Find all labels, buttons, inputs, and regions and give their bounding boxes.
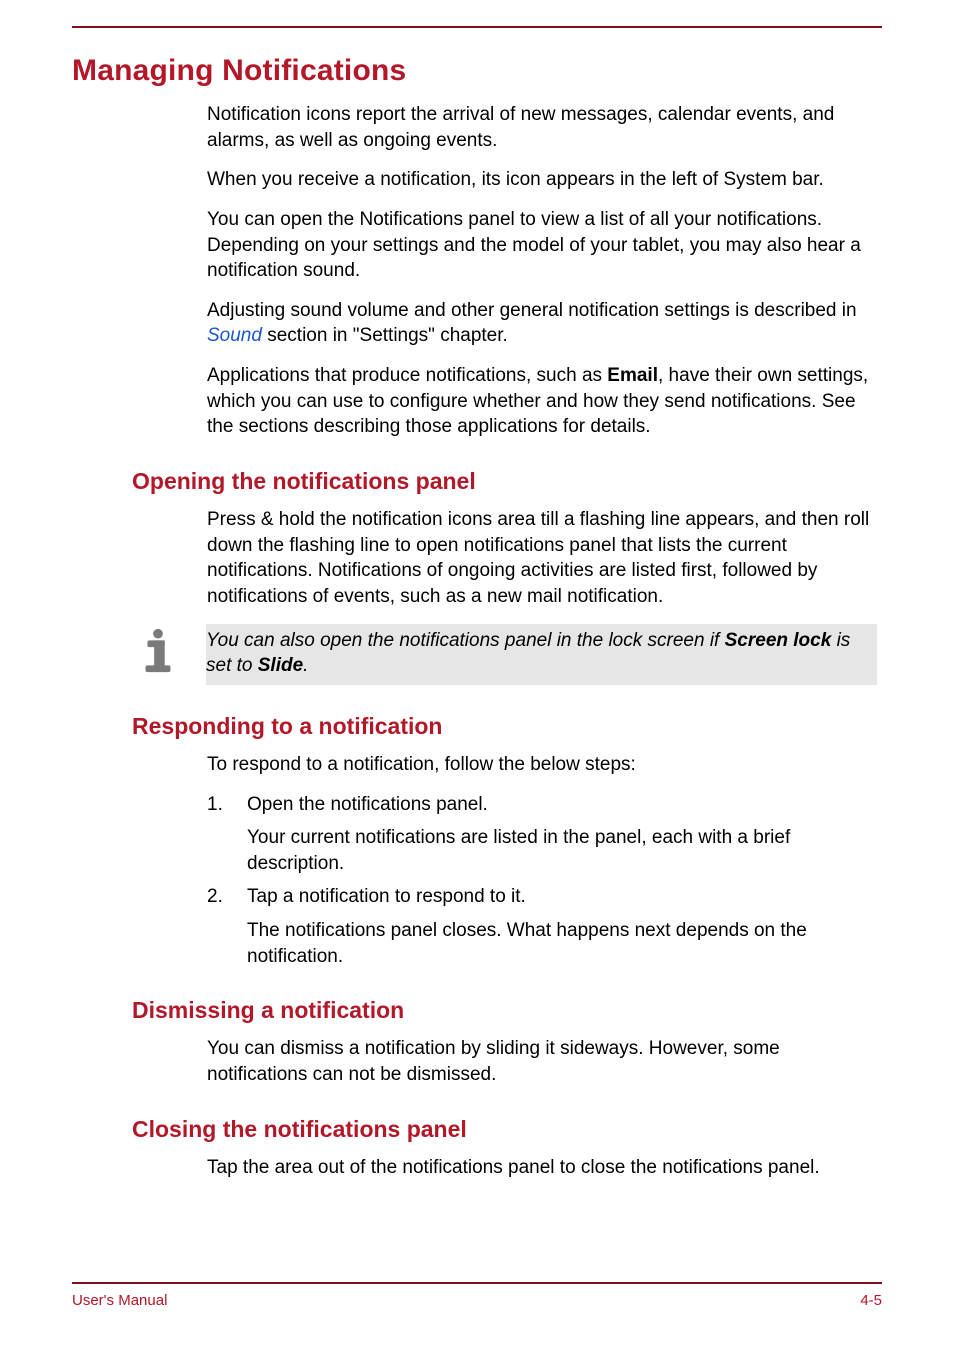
bottom-horizontal-rule	[72, 1282, 882, 1284]
list-item: 1. Open the notifications panel. Your cu…	[207, 792, 877, 877]
text-fragment: Adjusting sound volume and other general…	[207, 300, 857, 321]
opening-paragraph: Press & hold the notification icons area…	[207, 507, 877, 610]
intro-paragraph-2: When you receive a notification, its ico…	[207, 167, 877, 193]
note-bold-slide: Slide	[258, 655, 303, 676]
section-heading-dismissing: Dismissing a notification	[132, 997, 882, 1024]
step-title: Open the notifications panel.	[247, 792, 877, 818]
intro-paragraph-5: Applications that produce notifications,…	[207, 363, 877, 440]
list-item: 2. Tap a notification to respond to it. …	[207, 884, 877, 969]
step-description: The notifications panel closes. What hap…	[247, 918, 877, 969]
text-fragment: Applications that produce notifications,…	[207, 365, 607, 386]
section-body-closing: Tap the area out of the notifications pa…	[207, 1155, 877, 1181]
page-footer: User's Manual 4-5	[72, 1282, 882, 1309]
intro-paragraph-4: Adjusting sound volume and other general…	[207, 298, 877, 349]
responding-intro: To respond to a notification, follow the…	[207, 752, 877, 778]
intro-paragraph-3: You can open the Notifications panel to …	[207, 207, 877, 284]
info-icon	[134, 626, 186, 679]
footer-left: User's Manual	[72, 1292, 167, 1309]
note-fragment: .	[303, 655, 308, 676]
step-number: 1.	[207, 792, 247, 877]
footer-page-number: 4-5	[860, 1292, 882, 1309]
intro-section: Notification icons report the arrival of…	[207, 102, 877, 440]
section-body-responding: To respond to a notification, follow the…	[207, 752, 877, 778]
section-heading-opening: Opening the notifications panel	[132, 468, 882, 495]
step-title: Tap a notification to respond to it.	[247, 884, 877, 910]
sound-link[interactable]: Sound	[207, 325, 262, 346]
note-bold-screenlock: Screen lock	[725, 630, 832, 651]
section-heading-closing: Closing the notifications panel	[132, 1116, 882, 1143]
note-text: You can also open the notifications pane…	[206, 624, 877, 685]
dismissing-paragraph: You can dismiss a notification by slidin…	[207, 1036, 877, 1087]
section-heading-responding: Responding to a notification	[132, 713, 882, 740]
intro-paragraph-1: Notification icons report the arrival of…	[207, 102, 877, 153]
closing-paragraph: Tap the area out of the notifications pa…	[207, 1155, 877, 1181]
note-fragment: You can also open the notifications pane…	[206, 630, 725, 651]
text-fragment: section in "Settings" chapter.	[262, 325, 508, 346]
note-callout: You can also open the notifications pane…	[72, 624, 882, 685]
page-title: Managing Notifications	[72, 54, 882, 88]
section-body-dismissing: You can dismiss a notification by slidin…	[207, 1036, 877, 1087]
step-description: Your current notifications are listed in…	[247, 825, 877, 876]
top-horizontal-rule	[72, 26, 882, 28]
step-number: 2.	[207, 884, 247, 969]
document-page: Managing Notifications Notification icon…	[0, 0, 954, 1345]
responding-steps-list: 1. Open the notifications panel. Your cu…	[207, 792, 877, 970]
section-body-opening: Press & hold the notification icons area…	[207, 507, 877, 610]
email-bold: Email	[607, 365, 658, 386]
